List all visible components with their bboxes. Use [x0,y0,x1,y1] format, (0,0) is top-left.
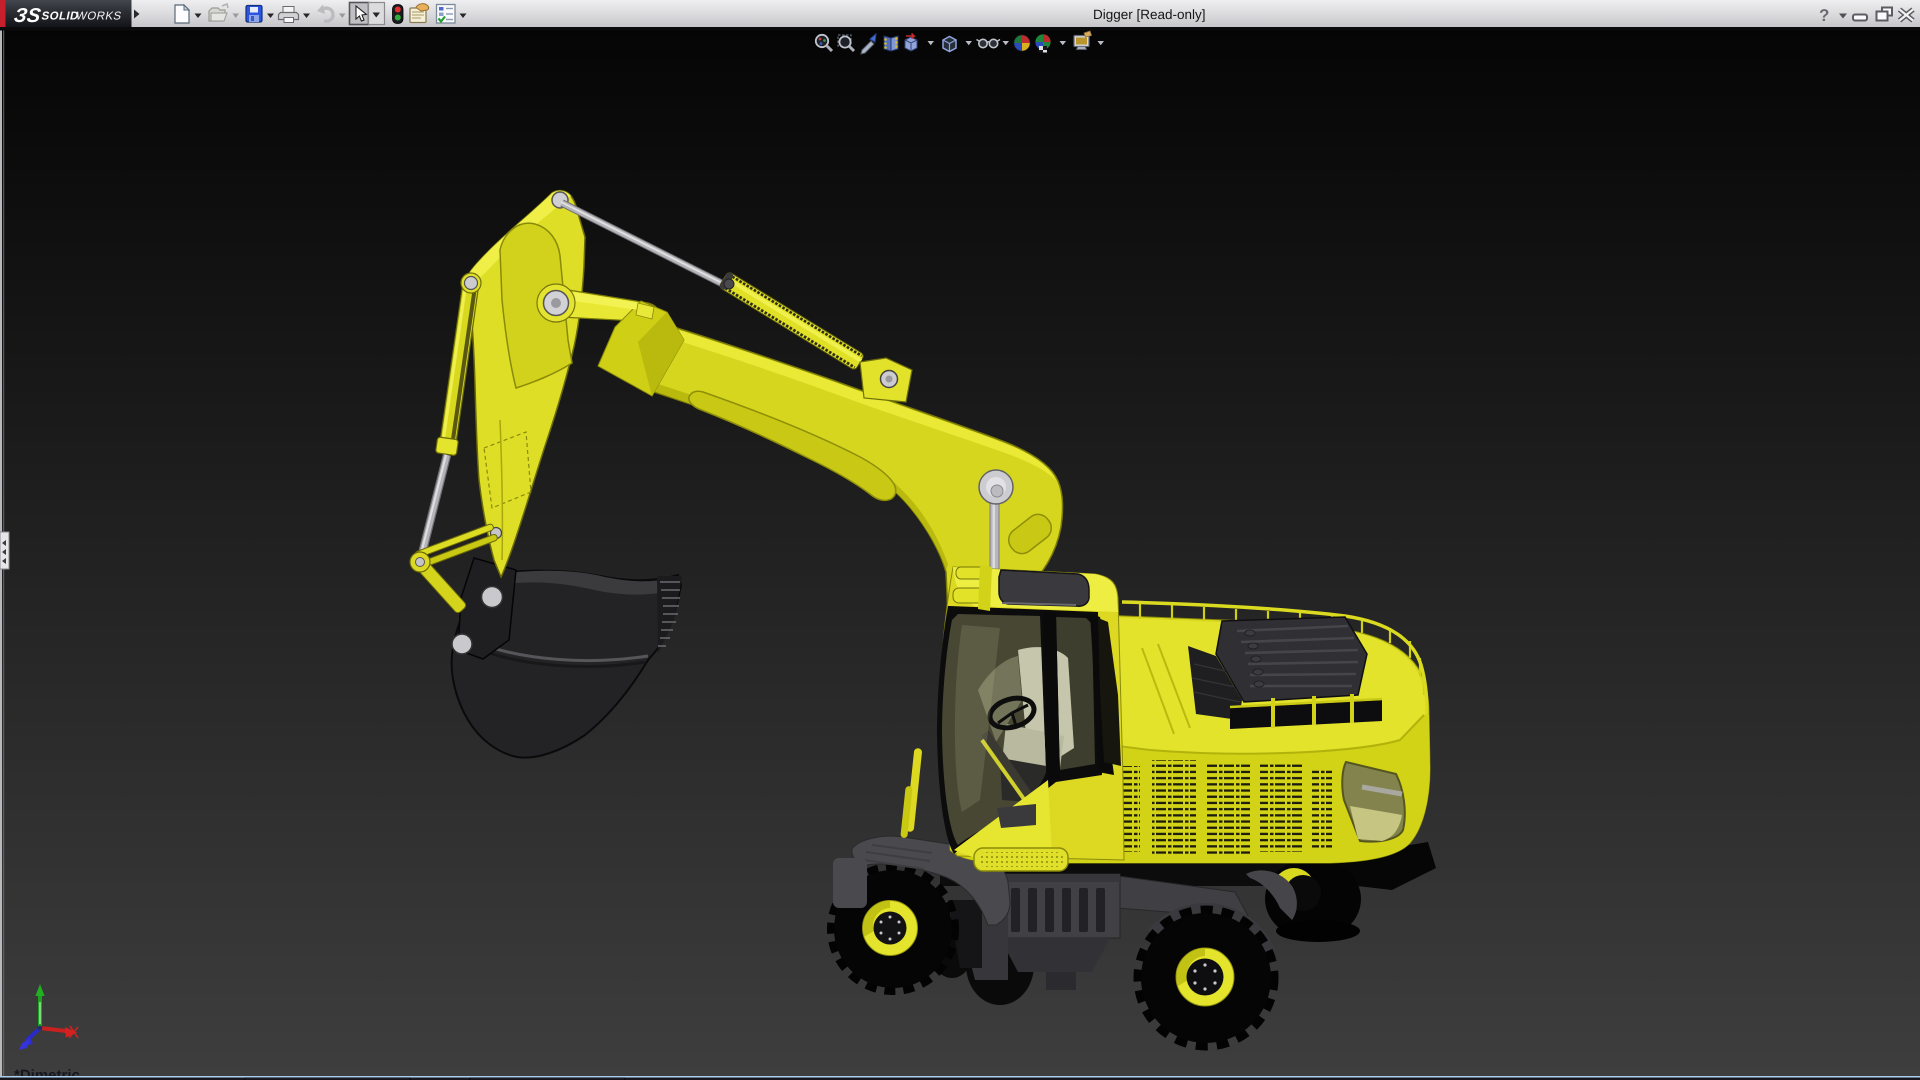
svg-text:Digger [Read-only]: Digger [Read-only] [1093,7,1206,22]
svg-text:ЗS: ЗS [12,5,43,27]
svg-text:?: ? [1819,6,1829,25]
svg-text:SOLID: SOLID [40,11,80,23]
svg-text:WORKS: WORKS [75,11,123,23]
